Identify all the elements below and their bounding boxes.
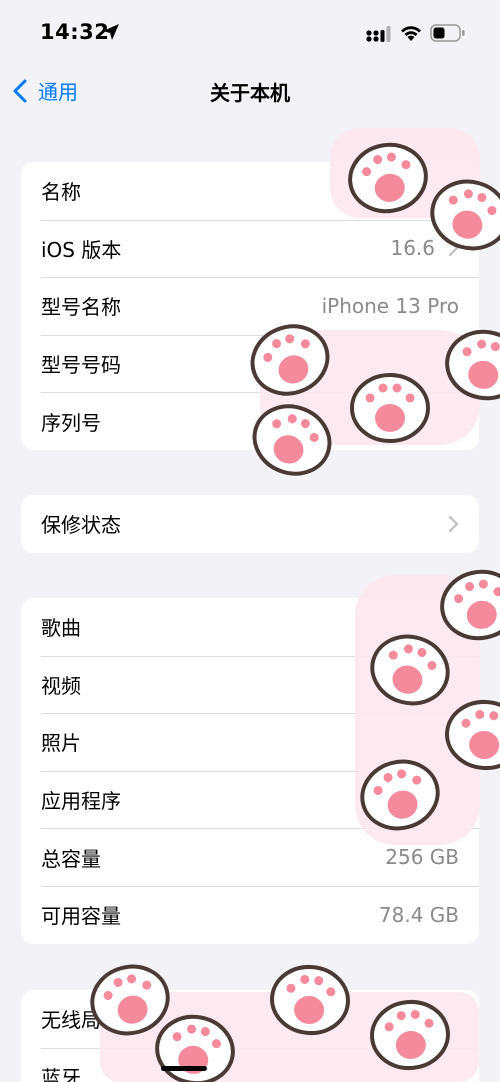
row-label: 型号名称 (41, 295, 121, 320)
row-label: 名称 (41, 180, 81, 205)
row-model-number[interactable]: 型号号码 (21, 334, 479, 393)
network-group: 无线局 蓝牙 (21, 990, 479, 1082)
row-photos: 照片 (21, 713, 479, 771)
about-screen: 14:32 通用 关于本机 名称 iOS 版本 16.6 型号名称 iPhone… (0, 0, 500, 1082)
row-label: 蓝牙 (41, 1065, 81, 1082)
row-label: 歌曲 (41, 616, 81, 641)
row-ios-version[interactable]: iOS 版本 16.6 (21, 219, 479, 278)
nav-bar: 通用 关于本机 (0, 64, 500, 114)
row-label: 序列号 (41, 410, 101, 435)
home-indicator[interactable] (161, 1066, 207, 1071)
row-available: 可用容量 78.4 GB (21, 885, 479, 944)
wifi-icon (401, 26, 421, 41)
row-label: iOS 版本 (41, 237, 122, 262)
row-wifi-address: 无线局 (21, 990, 479, 1048)
status-time: 14:32 (40, 20, 110, 44)
row-serial-number[interactable]: 序列号 (21, 392, 479, 450)
row-label: 应用程序 (41, 789, 121, 814)
row-label: 照片 (41, 731, 81, 756)
row-label: 无线局 (41, 1008, 101, 1033)
chevron-right-icon (448, 515, 459, 532)
row-label: 视频 (41, 673, 81, 698)
row-capacity: 总容量 256 GB (21, 828, 479, 886)
row-value: iPhone 13 Pro (321, 293, 459, 318)
row-warranty-status[interactable]: 保修状态 (21, 495, 479, 553)
row-value: 16.6 (390, 236, 435, 261)
row-label: 总容量 (41, 846, 101, 871)
row-name[interactable]: 名称 (21, 162, 479, 220)
row-value: 256 GB (385, 845, 459, 870)
row-value: 78.4 GB (378, 902, 459, 927)
warranty-group: 保修状态 (21, 495, 479, 553)
battery-icon (430, 24, 465, 42)
row-label: 型号号码 (41, 353, 121, 378)
row-songs: 歌曲 (21, 598, 479, 656)
device-info-group: 名称 iOS 版本 16.6 型号名称 iPhone 13 Pro 型号号码 序… (21, 162, 479, 450)
storage-group: 歌曲 视频 照片 应用程序 总容量 256 GB 可用容量 78.4 GB (21, 598, 479, 944)
chevron-right-icon (448, 240, 459, 257)
row-bluetooth: 蓝牙 (21, 1047, 479, 1082)
cellular-signal-icon (366, 26, 391, 42)
row-label: 可用容量 (41, 904, 121, 929)
location-arrow-icon (103, 24, 119, 40)
status-bar: 14:32 (0, 0, 500, 64)
row-label: 保修状态 (41, 513, 121, 538)
row-applications: 应用程序 (21, 770, 479, 829)
page-title: 关于本机 (210, 81, 290, 105)
row-model-name: 型号名称 iPhone 13 Pro (21, 277, 479, 335)
row-videos: 视频 (21, 655, 479, 714)
